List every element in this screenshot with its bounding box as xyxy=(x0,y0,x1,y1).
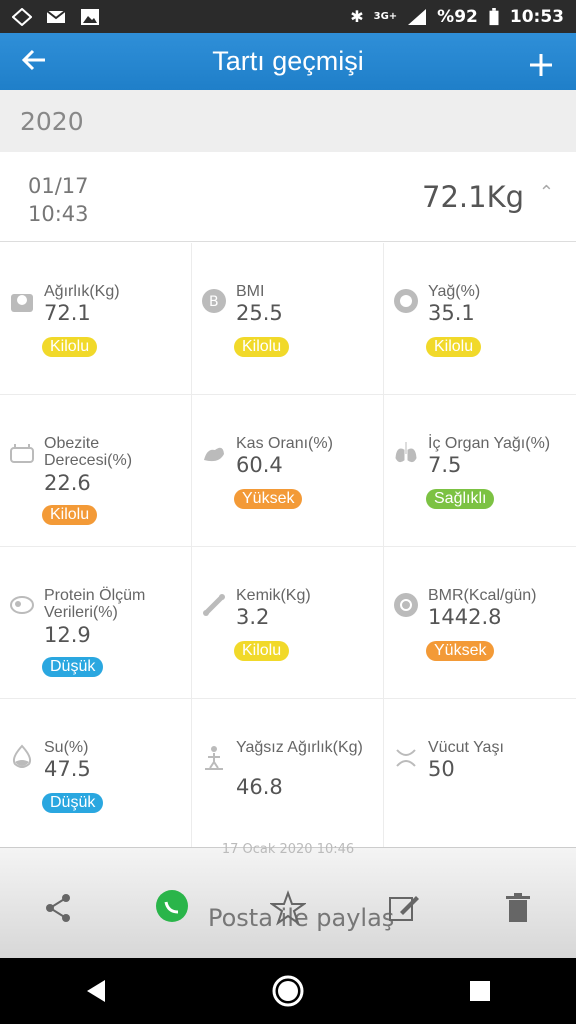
triangle-back-icon xyxy=(87,980,105,1002)
network-label: 3G+ xyxy=(373,11,398,22)
history-entry[interactable]: 01/17 10:43 72.1Kg ⌃ xyxy=(0,152,576,242)
metric-value: 35.1 xyxy=(428,301,475,325)
entry-time: 10:43 xyxy=(28,202,89,226)
entry-datetime: 01/17 10:43 xyxy=(28,172,89,228)
metric-value: 60.4 xyxy=(236,453,283,477)
body-icon xyxy=(396,749,416,767)
image-icon xyxy=(81,8,99,25)
metric-card[interactable]: Obezite Derecesi(%) 22.6 Kilolu xyxy=(0,395,191,546)
protein-icon xyxy=(10,596,34,614)
system-nav-bar xyxy=(0,958,576,1024)
metric-value: 7.5 xyxy=(428,453,462,477)
bone-icon xyxy=(203,594,225,616)
status-badge: Kilolu xyxy=(42,505,98,525)
metric-label: Su(%) xyxy=(44,739,89,756)
metric-card[interactable]: B BMI 25.5 Kilolu xyxy=(192,243,383,394)
metric-value: 46.8 xyxy=(236,775,283,799)
bmi-icon: B xyxy=(202,289,226,313)
signal-icon xyxy=(408,8,427,25)
status-badge: Kilolu xyxy=(234,337,290,357)
back-arrow-icon xyxy=(21,49,45,70)
metric-card[interactable]: Yağsız Ağırlık(Kg) 46.8 xyxy=(192,699,383,850)
app-bar: Tartı geçmişi xyxy=(0,33,576,90)
nav-back-button[interactable] xyxy=(76,971,116,1011)
muscle-icon xyxy=(204,447,224,462)
mail-icon xyxy=(46,9,66,23)
year-header: 2020 xyxy=(0,90,576,152)
metric-label: Kas Oranı(%) xyxy=(236,435,333,452)
metric-value: 47.5 xyxy=(44,757,91,781)
person-icon xyxy=(205,746,223,770)
metric-value: 72.1 xyxy=(44,301,91,325)
square-recents-icon xyxy=(470,981,490,1001)
whatsapp-icon[interactable] xyxy=(154,888,190,924)
metric-card[interactable]: Yağ(%) 35.1 Kilolu xyxy=(384,243,576,394)
metric-label: Yağ(%) xyxy=(428,283,481,300)
add-icon xyxy=(530,53,552,76)
metrics-grid: Ağırlık(Kg) 72.1 Kilolu B BMI 25.5 Kilolu Yağ(%… xyxy=(0,243,576,850)
water-drop-icon xyxy=(12,744,32,768)
share-timestamp: 17 Ocak 2020 10:46 xyxy=(221,842,355,857)
metric-card[interactable]: BMR(Kcal/gün) 1442.8 Yüksek xyxy=(384,547,576,698)
lungs-icon xyxy=(395,442,417,463)
metric-label: İç Organ Yağı(%) xyxy=(428,435,551,452)
edit-icon[interactable] xyxy=(386,890,422,926)
fat-icon xyxy=(394,289,418,313)
metric-label: Ağırlık(Kg) xyxy=(44,283,120,300)
metric-value: 1442.8 xyxy=(428,605,502,629)
status-badge: Sağlıklı xyxy=(426,489,495,509)
add-button[interactable] xyxy=(506,37,576,87)
back-button[interactable] xyxy=(0,32,70,92)
status-badge: Kilolu xyxy=(42,337,98,357)
status-bar: ✱ 3G+ %92 10:53 xyxy=(0,0,576,33)
metric-card[interactable]: Kas Oranı(%) 60.4 Yüksek xyxy=(192,395,383,546)
obesity-icon xyxy=(10,444,34,463)
nav-home-button[interactable] xyxy=(268,971,308,1011)
metric-label: BMI xyxy=(236,283,265,300)
metric-value: 12.9 xyxy=(44,623,91,647)
navigation-icon xyxy=(12,7,32,26)
entry-weight: 72.1Kg xyxy=(422,180,524,214)
metric-card[interactable]: Su(%) 47.5 Düşük xyxy=(0,699,191,850)
status-badge: Düşük xyxy=(42,793,104,813)
metric-label: Protein Ölçüm Verileri(%) xyxy=(44,587,146,621)
chevron-up-icon[interactable]: ⌃ xyxy=(539,182,554,203)
metric-card[interactable]: Protein Ölçüm Verileri(%) 12.9 Düşük xyxy=(0,547,191,698)
home-circle-icon xyxy=(272,975,304,1007)
status-badge: Kilolu xyxy=(426,337,482,357)
metric-card[interactable]: Kemik(Kg) 3.2 Kilolu xyxy=(192,547,383,698)
nav-recents-button[interactable] xyxy=(460,971,500,1011)
battery-percent: %92 xyxy=(437,6,478,27)
star-icon[interactable] xyxy=(270,890,306,926)
metric-label: Vücut Yaşı xyxy=(428,739,504,756)
metric-label: Obezite Derecesi(%) xyxy=(44,435,133,469)
scale-icon xyxy=(11,294,33,312)
page-title: Tartı geçmişi xyxy=(212,46,364,76)
metric-value: 22.6 xyxy=(44,471,91,495)
metric-label: BMR(Kcal/gün) xyxy=(428,587,537,604)
metric-value: 25.5 xyxy=(236,301,283,325)
clock: 10:53 xyxy=(509,6,564,27)
metric-card[interactable]: Ağırlık(Kg) 72.1 Kilolu xyxy=(0,243,191,394)
action-bar: Posta ile paylaş xyxy=(0,880,576,940)
entry-date: 01/17 xyxy=(28,174,89,198)
metric-card[interactable]: İç Organ Yağı(%) 7.5 Sağlıklı xyxy=(384,395,576,546)
status-badge: Düşük xyxy=(42,657,104,677)
bmr-icon xyxy=(394,593,418,617)
metric-label: Kemik(Kg) xyxy=(236,587,311,604)
metric-label: Yağsız Ağırlık(Kg) xyxy=(236,739,363,756)
status-badge: Kilolu xyxy=(234,641,290,661)
svg-text:B: B xyxy=(209,294,219,310)
share-icon[interactable] xyxy=(40,890,76,926)
metric-value: 50 xyxy=(428,757,455,781)
metric-card[interactable]: Vücut Yaşı 50 xyxy=(384,699,576,850)
status-badge: Yüksek xyxy=(426,641,495,661)
metric-value: 3.2 xyxy=(236,605,270,629)
trash-icon[interactable] xyxy=(500,890,536,926)
status-badge: Yüksek xyxy=(234,489,303,509)
bluetooth-icon: ✱ xyxy=(350,7,364,26)
battery-icon xyxy=(489,7,499,25)
